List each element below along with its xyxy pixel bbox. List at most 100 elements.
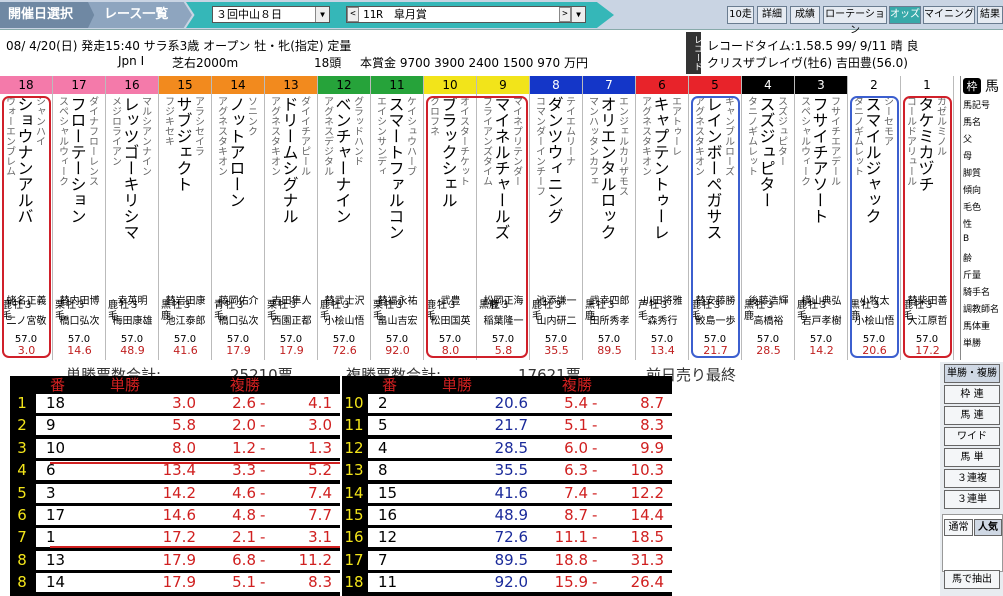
odds-win: 72.6 xyxy=(494,528,528,547)
btn-detail[interactable]: 詳細 xyxy=(757,6,787,24)
btn-rotation[interactable]: ローテーション xyxy=(823,6,887,36)
odds-win: 21.7 xyxy=(494,416,528,435)
row-label: 脚質 xyxy=(963,169,982,179)
bet-type-button[interactable]: ワイド xyxy=(944,427,1000,446)
odds-place-min: 2.6 xyxy=(232,394,256,412)
odds-row[interactable]: 8 14 17.9 5.1-8.3 xyxy=(10,573,340,593)
odds-place-min: 15.9 xyxy=(554,573,588,592)
race-select[interactable]: <11R 皐月賞 > ▼ xyxy=(346,6,586,23)
odds-row[interactable]: 12 4 28.5 6.0-9.9 xyxy=(342,438,672,458)
trainer-name: 森秀行 xyxy=(647,316,678,327)
win-odds: 14.6 xyxy=(67,344,92,357)
toolbar: 開催日選択 レース一覧 ３回中山８日 ▼ <11R 皐月賞 > ▼ 10走 詳細 成績… xyxy=(0,0,1003,36)
odds-row[interactable]: 6 17 14.6 4.8-7.7 xyxy=(10,506,340,525)
jockey-rows: 蛯名正義 二ノ宮敬 3.0 替内田博 橋口弘次 14.6 幸英明 梅田康雄 48.9 替岩田康 池江… xyxy=(0,292,960,364)
odds-place-max: 8.7 xyxy=(640,394,664,412)
row-label: 父 xyxy=(963,135,973,145)
horse-number-header: 17 xyxy=(53,76,105,94)
odds-row[interactable]: 2 9 5.8 2.0-3.0 xyxy=(10,416,340,436)
col-tan: 単勝 xyxy=(442,376,473,394)
odds-row[interactable]: 1 18 3.0 2.6-4.1 xyxy=(10,394,340,413)
horse-name: ベンチャーナイン xyxy=(334,96,352,224)
odds-row[interactable]: 17 7 89.5 18.8-31.3 xyxy=(342,550,672,570)
odds-row[interactable]: 16 12 72.6 11.1-18.5 xyxy=(342,528,672,548)
extract-by-horse-button[interactable]: 馬で抽出 xyxy=(944,570,1000,589)
horse-dam: アグネスタキオン xyxy=(270,96,280,176)
row-label: B xyxy=(963,234,970,244)
odds-win: 35.5 xyxy=(494,461,528,480)
next-arrow-icon[interactable]: > xyxy=(559,7,571,22)
horse-name-block: エンジェルカリザモス オリエンタルロック マンハッタンカフェ xyxy=(583,96,635,296)
chevron-down-icon[interactable]: ▼ xyxy=(571,7,585,22)
win-odds: 48.9 xyxy=(120,344,145,357)
horse-number-header: 18 xyxy=(0,76,52,94)
odds-rank: 5 xyxy=(17,483,27,502)
odds-row[interactable]: 13 8 35.5 6.3-10.3 xyxy=(342,461,672,481)
odds-place-max: 8.3 xyxy=(308,573,332,592)
crumb-date-select[interactable]: 開催日選択 xyxy=(0,2,98,28)
odds-win: 48.9 xyxy=(494,506,528,524)
odds-row[interactable]: 18 11 92.0 15.9-26.4 xyxy=(342,573,672,593)
odds-row[interactable]: 8 13 17.9 6.8-11.2 xyxy=(10,550,340,570)
odds-place-max: 3.0 xyxy=(308,416,332,435)
odds-rank: 8 xyxy=(17,550,27,569)
horse-number-header: 15 xyxy=(159,76,211,94)
bet-type-button[interactable]: 馬 単 xyxy=(944,448,1000,467)
record-holder: クリスザブレイヴ(牡6) 吉田豊(56.0) xyxy=(707,56,908,70)
horse-name-block: ダイナフローレンス フローテーション スペシャルウィーク xyxy=(53,96,105,296)
btn-odds[interactable]: オッズ xyxy=(889,6,921,24)
day-select[interactable]: ３回中山８日 ▼ xyxy=(212,6,330,23)
win-odds: 35.5 xyxy=(544,344,569,357)
win-odds: 17.9 xyxy=(226,344,251,357)
odds-horse-no: 2 xyxy=(378,394,388,412)
bet-type-button[interactable]: 枠 連 xyxy=(944,385,1000,404)
odds-rank: 4 xyxy=(17,461,27,480)
win-odds: 17.2 xyxy=(915,344,940,357)
race-info-line1: 08/ 4/20(日) 発走15:40 サラ系3歳 オープン 牡・牝(指定) 定… xyxy=(6,39,352,53)
bet-type-button[interactable]: ３連複 xyxy=(944,469,1000,488)
odds-rank: 18 xyxy=(344,573,364,592)
btn-result[interactable]: 結果 xyxy=(977,6,1003,24)
odds-win: 17.9 xyxy=(162,550,196,569)
chevron-down-icon[interactable]: ▼ xyxy=(315,7,329,22)
odds-horse-no: 10 xyxy=(46,438,66,457)
jockey-name: 後藤浩輝 xyxy=(748,296,789,307)
horse-number: 7 xyxy=(605,78,613,92)
odds-win: 3.0 xyxy=(172,394,196,412)
odds-header-row: 番 単勝 複勝 xyxy=(342,376,672,394)
horse-number-header: 6 xyxy=(636,76,688,94)
bet-type-button[interactable]: 馬 連 xyxy=(944,406,1000,425)
crumb-race-list[interactable]: レース一覧 xyxy=(88,2,192,28)
trainer-name: 松田国英 xyxy=(430,316,471,327)
bet-type-button[interactable]: 単勝・複勝 xyxy=(944,364,1000,383)
prev-arrow-icon[interactable]: < xyxy=(347,7,359,22)
btn-result-record[interactable]: 成績 xyxy=(790,6,820,24)
horse-number: 16 xyxy=(124,78,140,92)
odds-rank: 7 xyxy=(17,528,27,547)
win-odds: 8.0 xyxy=(441,344,460,357)
odds-row[interactable]: 14 15 41.6 7.4-12.2 xyxy=(342,483,672,503)
trainer-name: 梅田康雄 xyxy=(112,316,153,327)
mode-normal[interactable]: 通常 xyxy=(944,519,973,536)
trainer-name: 高橋裕 xyxy=(753,316,784,327)
odds-row[interactable]: 10 2 20.6 5.4-8.7 xyxy=(342,394,672,413)
odds-row[interactable]: 3 10 8.0 1.2-1.3 xyxy=(10,438,340,458)
mode-popular[interactable]: 人気 xyxy=(974,519,1002,536)
odds-place-min: 5.4 xyxy=(564,394,588,412)
odds-horse-no: 18 xyxy=(46,394,66,412)
odds-win: 92.0 xyxy=(494,573,528,592)
odds-rank: 12 xyxy=(344,438,364,457)
odds-row[interactable]: 11 5 21.7 5.1-8.3 xyxy=(342,416,672,436)
bet-type-panel: 単勝・複勝枠 連馬 連ワイド馬 単 ３連複 ３連単 通常 人気 馬で抽出 xyxy=(940,362,1003,596)
btn-10so[interactable]: 10走 xyxy=(727,6,754,24)
btn-mining[interactable]: マイニング xyxy=(923,6,975,24)
col-fuku: 複勝 xyxy=(230,376,261,394)
odds-row[interactable]: 7 1 17.2 2.1-3.1 xyxy=(10,528,340,548)
odds-row[interactable]: 15 16 48.9 8.7-14.4 xyxy=(342,506,672,525)
bet-type-button[interactable]: ３連単 xyxy=(944,490,1000,509)
horse-number: 13 xyxy=(283,78,299,92)
odds-rank: 15 xyxy=(344,506,364,524)
odds-row[interactable]: 5 3 14.2 4.6-7.4 xyxy=(10,483,340,503)
horse-sire: ソニンク xyxy=(247,96,257,136)
odds-place-max: 18.5 xyxy=(630,528,664,547)
